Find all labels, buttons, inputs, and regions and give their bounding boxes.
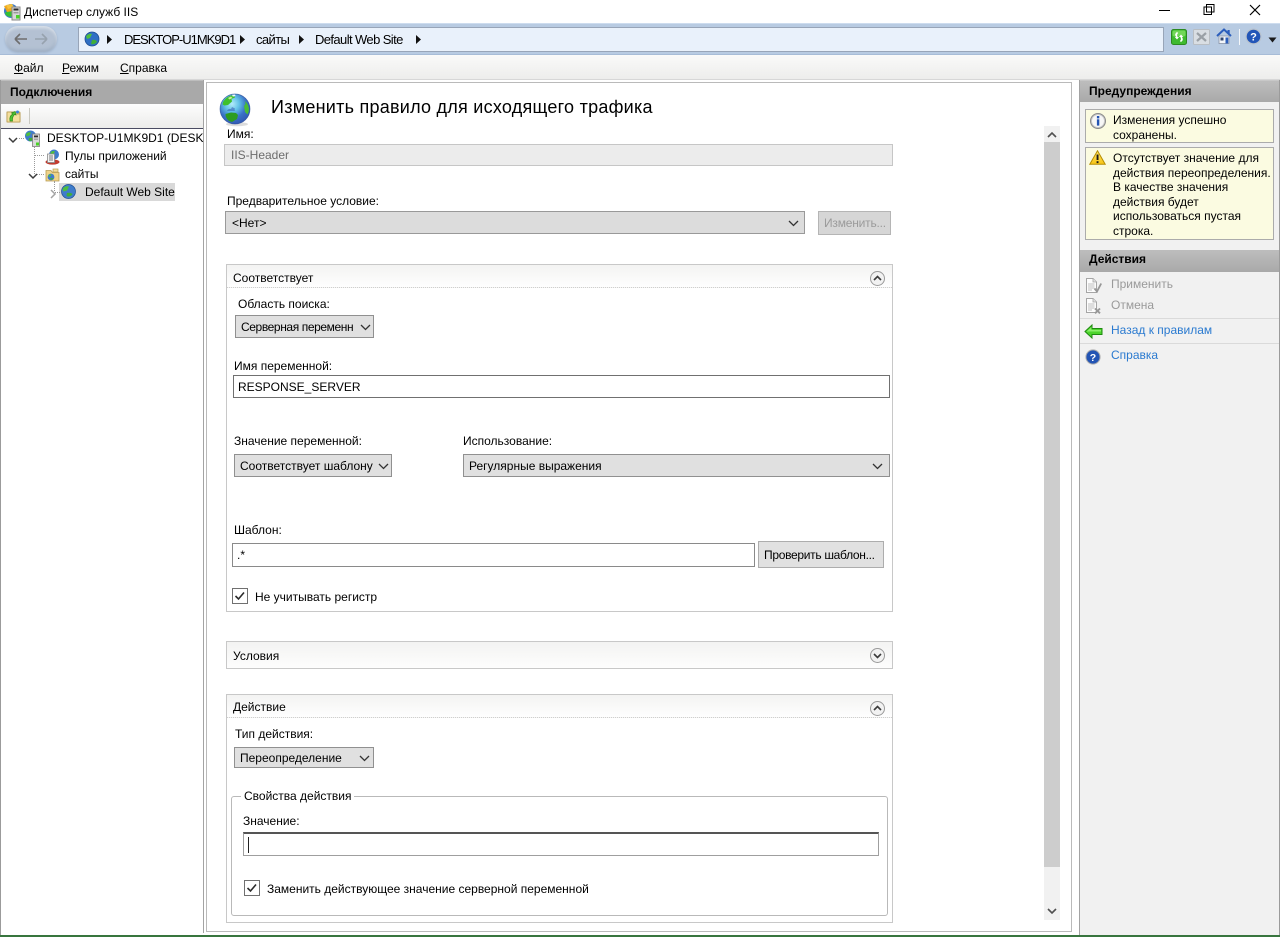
svg-text:?: ? [1250, 32, 1257, 44]
svg-text:?: ? [1090, 352, 1096, 364]
